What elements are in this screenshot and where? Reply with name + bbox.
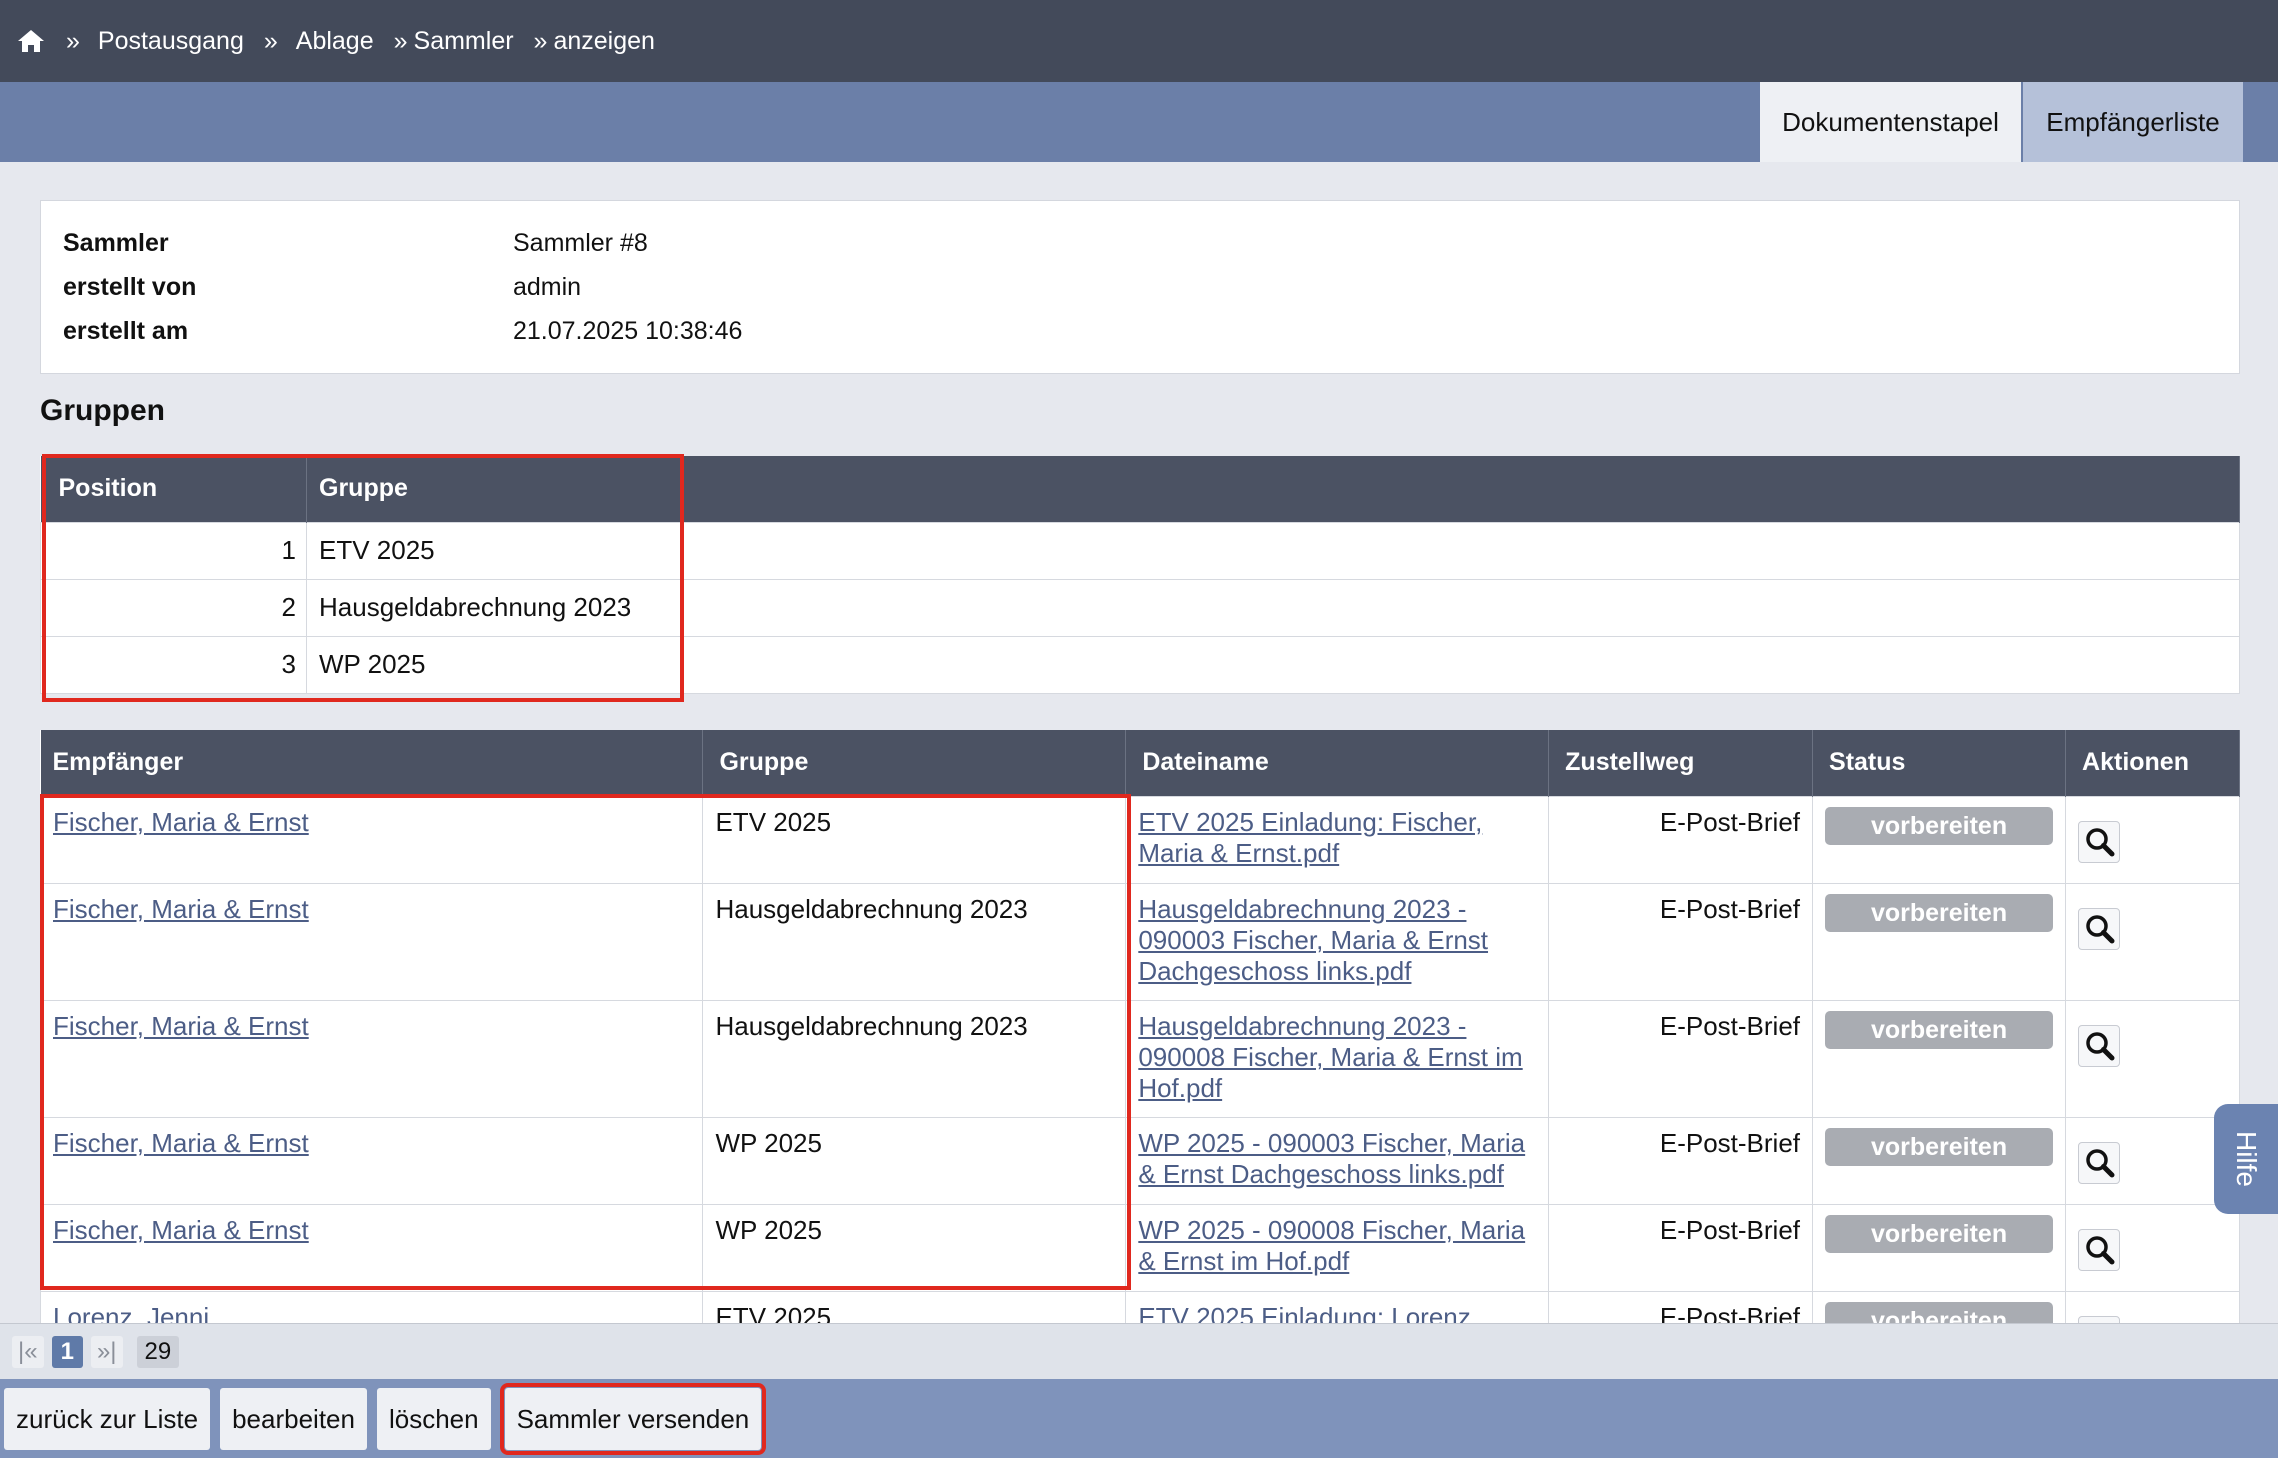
file-link[interactable]: Hausgeldabrechnung 2023 - 090003 Fischer… xyxy=(1138,894,1488,986)
search-icon[interactable] xyxy=(2078,820,2121,863)
column-header-status[interactable]: Status xyxy=(1812,730,2067,796)
file-link[interactable]: ETV 2025 Einladung: Lorenz, xyxy=(1138,1302,1478,1324)
pager-total-pages: 29 xyxy=(136,1335,180,1368)
table-header-row: Position Gruppe xyxy=(40,456,2240,522)
send-collector-button[interactable]: Sammler versenden xyxy=(499,1382,767,1455)
sammler-info-box: Sammler Sammler #8 erstellt von admin er… xyxy=(40,200,2240,374)
recipient-group: Hausgeldabrechnung 2023 xyxy=(702,882,1127,1001)
pager-first-button[interactable]: |« xyxy=(12,1335,44,1368)
recipient-link[interactable]: Fischer, Maria & Ernst xyxy=(53,1128,309,1158)
info-key: erstellt von xyxy=(63,273,197,301)
search-icon[interactable] xyxy=(2078,1228,2121,1271)
row-filler xyxy=(681,521,2240,580)
search-icon[interactable] xyxy=(2078,1315,2121,1323)
column-header-dateiname[interactable]: Dateiname xyxy=(1125,730,1550,796)
table-row: Fischer, Maria & Ernst WP 2025 WP 2025 -… xyxy=(39,1203,2240,1292)
help-tab[interactable]: Hilfe xyxy=(2214,1104,2278,1214)
info-row: erstellt am 21.07.2025 10:38:46 xyxy=(63,317,742,353)
delete-button[interactable]: löschen xyxy=(376,1387,491,1450)
pager-current-page[interactable]: 1 xyxy=(51,1335,83,1368)
table-row: Fischer, Maria & Ernst Hausgeldabrechnun… xyxy=(39,882,2240,1001)
info-value: admin xyxy=(513,273,582,301)
table-header-row: Empfänger Gruppe Dateiname Zustellweg St… xyxy=(40,730,2240,796)
edit-button[interactable]: bearbeiten xyxy=(220,1387,367,1450)
pager-last-button[interactable]: »| xyxy=(90,1335,123,1368)
status-badge: vorbereiten xyxy=(1825,1127,2054,1166)
recipient-group: WP 2025 xyxy=(702,1203,1127,1292)
column-header-position[interactable]: Position xyxy=(40,456,307,522)
file-link[interactable]: WP 2025 - 090008 Fischer, Maria & Ernst … xyxy=(1138,1215,1525,1276)
info-key: Sammler xyxy=(63,229,169,257)
status-badge: vorbereiten xyxy=(1825,1214,2054,1253)
search-icon[interactable] xyxy=(2078,1141,2121,1184)
column-header-zustellweg[interactable]: Zustellweg xyxy=(1548,730,1814,796)
group-name: Hausgeldabrechnung 2023 xyxy=(306,578,682,637)
column-header-gruppe[interactable]: Gruppe xyxy=(306,456,682,522)
recipient-link[interactable]: Fischer, Maria & Ernst xyxy=(53,807,309,837)
recipients-table: Empfänger Gruppe Dateiname Zustellweg St… xyxy=(39,730,2240,1324)
help-label: Hilfe xyxy=(2230,1130,2262,1188)
row-filler xyxy=(681,578,2240,637)
content-area: Sammler Sammler #8 erstellt von admin er… xyxy=(0,0,2278,1323)
table-row[interactable]: 3 WP 2025 xyxy=(40,635,2240,694)
column-header-filler xyxy=(681,456,2240,522)
column-header-aktionen: Aktionen xyxy=(2065,730,2240,796)
info-value: 21.07.2025 10:38:46 xyxy=(513,317,743,345)
recipient-link[interactable]: Fischer, Maria & Ernst xyxy=(53,894,309,924)
recipient-group: ETV 2025 xyxy=(702,1290,1127,1323)
info-value: Sammler #8 xyxy=(513,229,648,257)
back-to-list-button[interactable]: zurück zur Liste xyxy=(4,1387,211,1450)
info-key: erstellt am xyxy=(63,317,189,345)
delivery-channel: E-Post-Brief xyxy=(1548,795,1814,884)
table-row[interactable]: 1 ETV 2025 xyxy=(40,521,2240,580)
recipient-group: Hausgeldabrechnung 2023 xyxy=(702,999,1127,1118)
status-badge: vorbereiten xyxy=(1825,893,2054,932)
table-row: Fischer, Maria & Ernst ETV 2025 ETV 2025… xyxy=(39,795,2240,884)
table-row: Fischer, Maria & Ernst WP 2025 WP 2025 -… xyxy=(39,1116,2240,1205)
table-row[interactable]: 2 Hausgeldabrechnung 2023 xyxy=(40,578,2240,637)
table-row: Fischer, Maria & Ernst Hausgeldabrechnun… xyxy=(39,999,2240,1118)
status-badge: vorbereiten xyxy=(1825,1010,2054,1049)
group-position: 3 xyxy=(40,635,307,694)
status-badge: vorbereiten xyxy=(1825,806,2054,845)
groups-title: Gruppen xyxy=(40,394,165,427)
recipient-group: ETV 2025 xyxy=(702,795,1127,884)
pagination: |« 1 »| 29 xyxy=(0,1323,2278,1379)
column-header-empfaenger[interactable]: Empfänger xyxy=(40,730,704,796)
status-badge: vorbereiten xyxy=(1825,1301,2054,1323)
info-row: Sammler Sammler #8 xyxy=(63,229,648,265)
group-position: 2 xyxy=(40,578,307,637)
file-link[interactable]: WP 2025 - 090003 Fischer, Maria & Ernst … xyxy=(1138,1128,1525,1189)
file-link[interactable]: ETV 2025 Einladung: Fischer, Maria & Ern… xyxy=(1138,807,1482,868)
search-icon[interactable] xyxy=(2078,907,2121,950)
delivery-channel: E-Post-Brief xyxy=(1548,1203,1814,1292)
recipient-link[interactable]: Fischer, Maria & Ernst xyxy=(53,1011,309,1041)
file-link[interactable]: Hausgeldabrechnung 2023 - 090008 Fischer… xyxy=(1138,1011,1522,1103)
delivery-channel: E-Post-Brief xyxy=(1548,1290,1814,1323)
group-position: 1 xyxy=(40,521,307,580)
recipient-link[interactable]: Fischer, Maria & Ernst xyxy=(53,1215,309,1245)
delivery-channel: E-Post-Brief xyxy=(1548,999,1814,1118)
delivery-channel: E-Post-Brief xyxy=(1548,1116,1814,1205)
group-name: ETV 2025 xyxy=(306,521,682,580)
row-filler xyxy=(681,635,2240,694)
footer-toolbar: zurück zur Liste bearbeiten löschen Samm… xyxy=(0,1379,2278,1458)
search-icon[interactable] xyxy=(2078,1024,2121,1067)
recipient-group: WP 2025 xyxy=(702,1116,1127,1205)
group-name: WP 2025 xyxy=(306,635,682,694)
column-header-gruppe[interactable]: Gruppe xyxy=(702,730,1127,796)
info-row: erstellt von admin xyxy=(63,273,581,309)
recipient-link[interactable]: Lorenz, Jenni xyxy=(53,1302,209,1324)
groups-table: Position Gruppe 1 ETV 2025 2 Hausgeldabr… xyxy=(40,456,2240,694)
delivery-channel: E-Post-Brief xyxy=(1548,882,1814,1001)
table-row: Lorenz, Jenni ETV 2025 ETV 2025 Einladun… xyxy=(39,1290,2240,1324)
